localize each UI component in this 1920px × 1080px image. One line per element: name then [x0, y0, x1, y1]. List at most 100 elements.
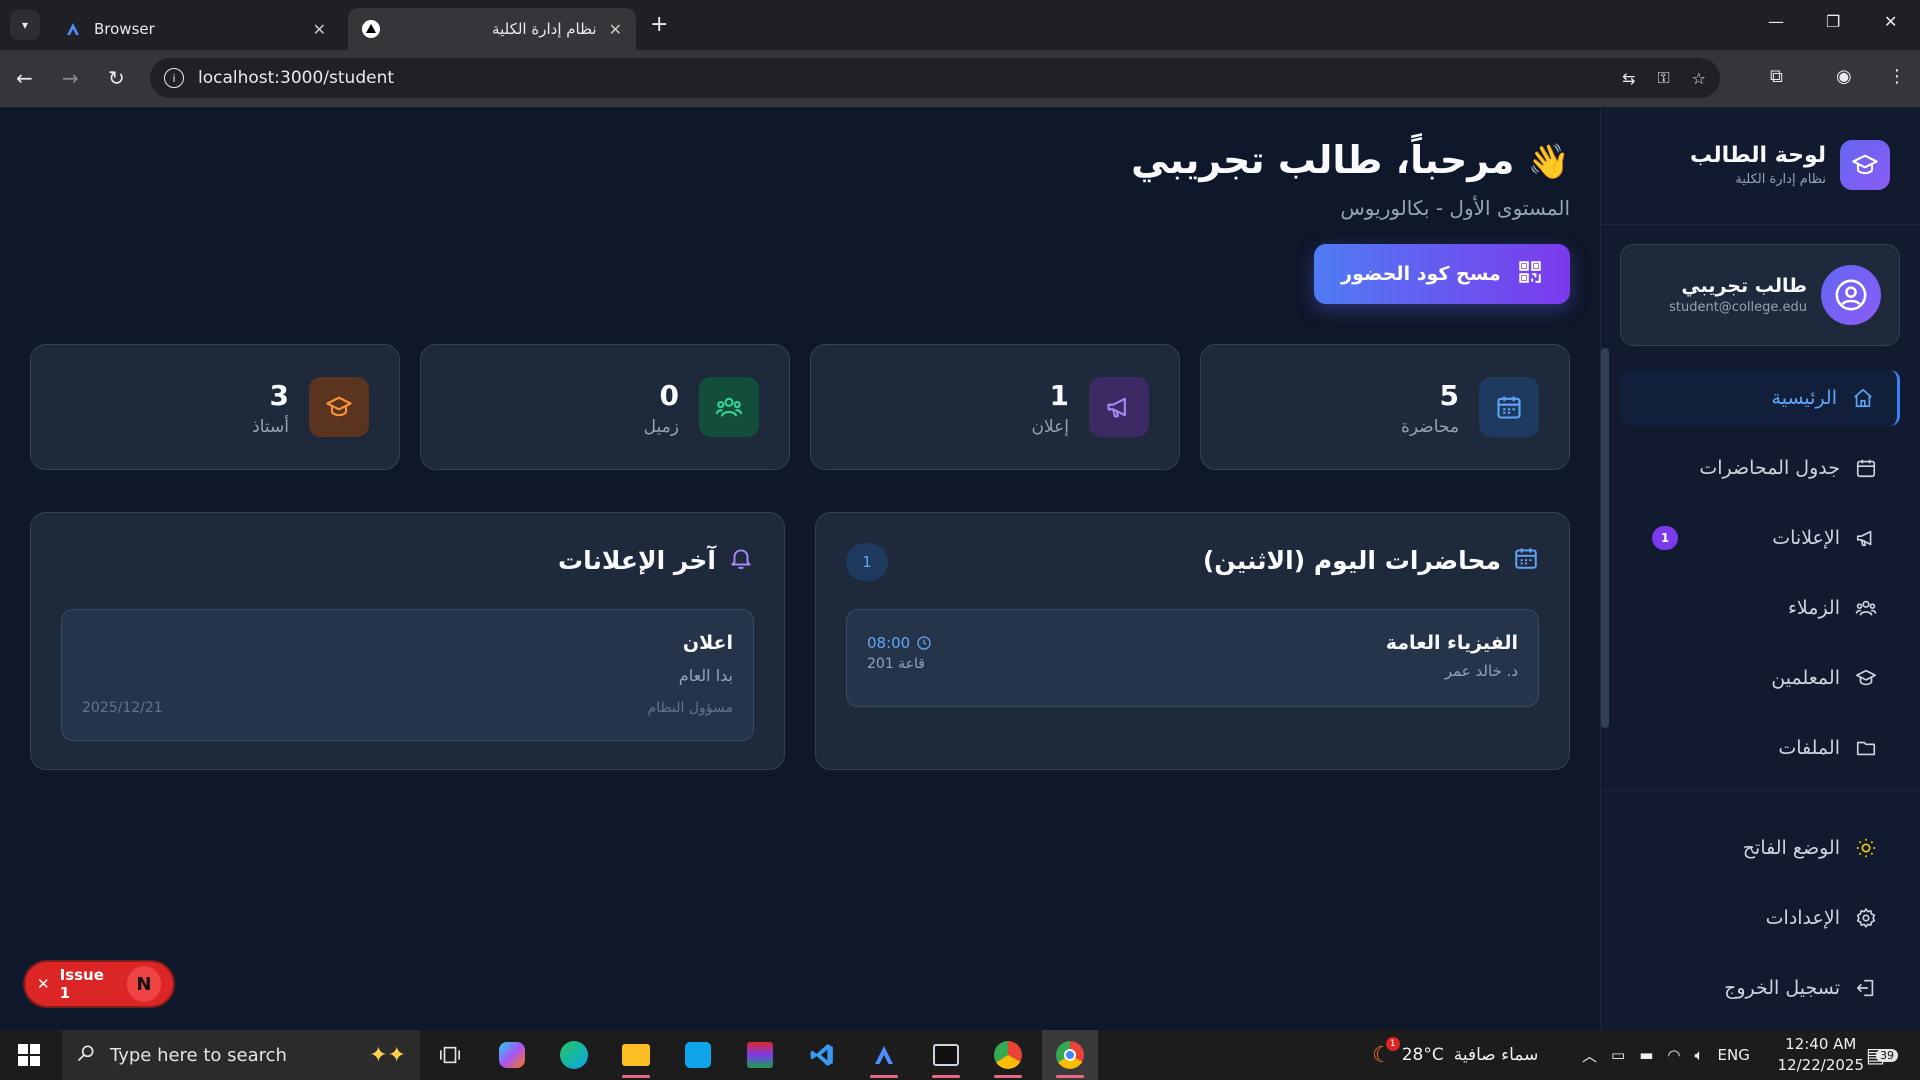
window-close-icon[interactable]: ✕: [1884, 12, 1897, 31]
home-icon: [1851, 386, 1875, 410]
lecture-card[interactable]: الفيزياء العامة د. خالد عمر 08:00 قاعة 2…: [846, 609, 1539, 707]
taskbar-clock[interactable]: 12:40 AM 12/22/2025: [1778, 1034, 1864, 1076]
stat-value: 0: [659, 379, 679, 412]
tab-title: Browser: [94, 20, 155, 38]
search-icon: [76, 1043, 96, 1068]
notification-icon: ▤ 39: [1866, 1043, 1898, 1067]
sidebar-item-schedule[interactable]: جدول المحاضرات: [1620, 440, 1900, 496]
sidebar-item-label: الوضع الفاتح: [1742, 837, 1840, 859]
tab-search-button[interactable]: ▾: [10, 10, 40, 40]
sparkle-icon: ✦✦: [369, 1042, 406, 1068]
wave-emoji: 👋: [1527, 142, 1570, 182]
scrollbar[interactable]: [1601, 348, 1609, 728]
battery-icon[interactable]: ▬: [1639, 1046, 1653, 1064]
notification-badge: 1: [1652, 526, 1678, 550]
volume-icon[interactable]: 🔈︎: [1694, 1046, 1703, 1064]
weather-alert-badge: 1: [1385, 1036, 1400, 1051]
folder-icon: [1854, 736, 1878, 760]
student-level: المستوى الأول - بكالوريوس: [1340, 196, 1570, 220]
calendar-icon: [1854, 456, 1878, 480]
wifi-icon[interactable]: ◠: [1667, 1046, 1680, 1064]
page-content: لوحة الطالب نظام إدارة الكلية طالب تجريب…: [0, 108, 1920, 1030]
brand-subtitle: نظام إدارة الكلية: [1735, 172, 1826, 187]
outlook-icon[interactable]: [670, 1030, 726, 1080]
sidebar-item-teachers[interactable]: المعلمين: [1620, 650, 1900, 706]
copilot-icon[interactable]: [484, 1030, 540, 1080]
settings-button[interactable]: الإعدادات: [1620, 890, 1900, 946]
chrome-profile-icon[interactable]: [980, 1030, 1036, 1080]
menu-kebab-icon[interactable]: ⋮: [1888, 66, 1906, 87]
lecture-name: الفيزياء العامة: [1385, 632, 1518, 654]
lecture-time-value: 08:00: [867, 634, 911, 652]
clock-time: 12:40 AM: [1785, 1035, 1857, 1053]
stat-card-lectures: 5 محاضرة: [1200, 344, 1570, 470]
terminal-icon[interactable]: [918, 1030, 974, 1080]
url-text[interactable]: localhost:3000/student: [198, 68, 1600, 88]
browser-tab-bar: ▾ Browser ✕ نظام إدارة الكلية ✕ + — ❐ ✕: [0, 0, 1920, 50]
user-email: student@college.edu: [1669, 300, 1807, 315]
graduation-cap-icon: [1840, 140, 1890, 190]
forward-icon[interactable]: →: [62, 66, 79, 90]
vscode-icon[interactable]: [794, 1030, 850, 1080]
language-indicator[interactable]: ENG: [1718, 1046, 1750, 1064]
calendar-icon: [1479, 377, 1539, 437]
translate-icon[interactable]: ⇆: [1622, 69, 1635, 88]
new-tab-icon[interactable]: +: [650, 12, 668, 37]
edge-icon[interactable]: [546, 1030, 602, 1080]
graduation-cap-icon: [309, 377, 369, 437]
sidebar-nav: الرئيسية جدول المحاضرات الإعلانات 1 الزم…: [1600, 370, 1920, 790]
browser-tab-browser[interactable]: Browser ✕: [50, 8, 340, 50]
page-title: مرحباً، طالب تجريبي 👋: [1131, 138, 1570, 182]
sidebar-bottom-nav: الوضع الفاتح الإعدادات تسجيل الخروج: [1600, 820, 1920, 1030]
address-bar[interactable]: i localhost:3000/student ⇆ ⚿ ☆: [150, 58, 1720, 98]
today-lectures-panel: محاضرات اليوم (الاثنين) 1 الفيزياء العام…: [815, 512, 1570, 770]
user-name: طالب تجريبي: [1681, 275, 1807, 297]
close-tab-icon[interactable]: ✕: [313, 20, 326, 39]
lecture-professor: د. خالد عمر: [1444, 662, 1518, 680]
avatar: [1821, 265, 1881, 325]
notification-center[interactable]: ▤ 39: [1866, 1030, 1898, 1080]
announcement-body: بدا العام: [678, 666, 733, 685]
dev-issues-pill[interactable]: ✕ Issue 1 N: [25, 962, 173, 1006]
bookmark-star-icon[interactable]: ☆: [1692, 69, 1706, 88]
profile-icon[interactable]: ◉: [1836, 66, 1852, 87]
browser-tab-college[interactable]: نظام إدارة الكلية ✕: [348, 8, 636, 50]
sidebar-item-home[interactable]: الرئيسية: [1620, 370, 1900, 426]
chrome-icon[interactable]: [1042, 1030, 1098, 1080]
user-card: طالب تجريبي student@college.edu: [1620, 244, 1900, 346]
nextjs-logo-icon: N: [126, 966, 161, 1002]
scan-attendance-button[interactable]: مسح كود الحضور: [1314, 244, 1570, 304]
logout-button[interactable]: تسجيل الخروج: [1620, 960, 1900, 1016]
close-tab-icon[interactable]: ✕: [609, 20, 622, 39]
taskbar-search[interactable]: Type here to search ✦✦: [62, 1030, 420, 1080]
announcement-card[interactable]: اعلان بدا العام مسؤول النظام 2025/12/21: [61, 609, 754, 741]
extensions-icon[interactable]: ⧉: [1770, 66, 1783, 87]
file-explorer-icon[interactable]: [608, 1030, 664, 1080]
greeting-text: مرحباً، طالب تجريبي: [1131, 138, 1515, 182]
task-view-icon[interactable]: [422, 1030, 478, 1080]
meet-icon[interactable]: ▭: [1611, 1046, 1625, 1064]
sidebar-item-announcements[interactable]: الإعلانات 1: [1620, 510, 1900, 566]
weather-widget[interactable]: ☾ 1 28°C سماء صافية: [1372, 1030, 1538, 1080]
sidebar-item-files[interactable]: الملفات: [1620, 720, 1900, 776]
back-icon[interactable]: ←: [16, 66, 33, 90]
stat-label: زميل: [643, 417, 679, 437]
latest-announcements-panel: آخر الإعلانات اعلان بدا العام مسؤول النظ…: [30, 512, 785, 770]
close-icon[interactable]: ✕: [37, 975, 50, 993]
theme-toggle-button[interactable]: الوضع الفاتح: [1620, 820, 1900, 876]
app-a-icon[interactable]: [856, 1030, 912, 1080]
minimize-icon[interactable]: —: [1768, 12, 1784, 31]
calendar-icon: [1513, 545, 1539, 575]
restore-icon[interactable]: ❐: [1826, 12, 1840, 31]
stat-value: 5: [1439, 379, 1459, 412]
chevron-up-icon[interactable]: ︿: [1582, 1045, 1597, 1066]
panel-title: آخر الإعلانات: [558, 545, 716, 575]
windows-start-icon[interactable]: [0, 1030, 58, 1080]
reload-icon[interactable]: ↻: [108, 66, 125, 90]
site-info-icon[interactable]: i: [164, 68, 184, 88]
sidebar-item-classmates[interactable]: الزملاء: [1620, 580, 1900, 636]
password-key-icon[interactable]: ⚿: [1657, 68, 1669, 88]
clock-icon: [917, 636, 931, 650]
announcement-date: 2025/12/21: [82, 700, 163, 716]
winrar-icon[interactable]: [732, 1030, 788, 1080]
